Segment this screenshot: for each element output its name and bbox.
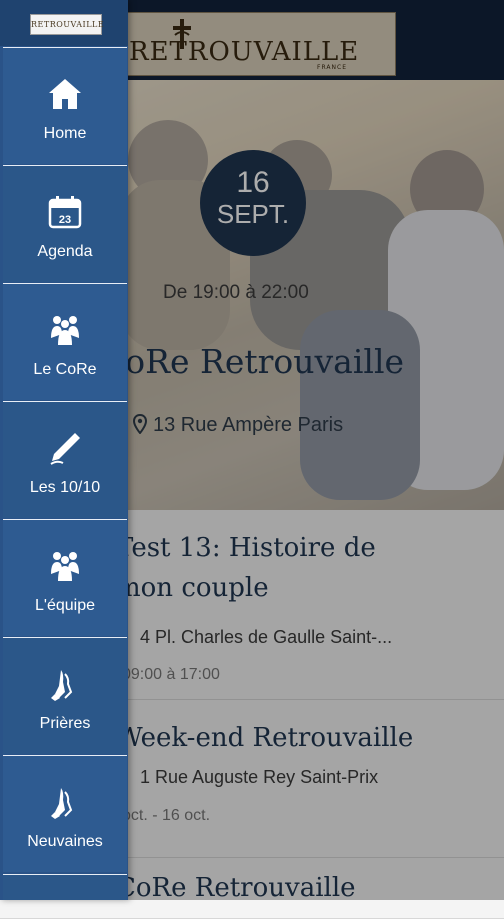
nav-item-home[interactable]: Home <box>3 47 127 164</box>
nav-item-partial[interactable] <box>3 874 127 900</box>
nav-item-prieres[interactable]: Prières <box>3 637 127 754</box>
nav-label-les-10-10: Les 10/10 <box>29 479 101 496</box>
navigation-drawer: RETROUVAILLE Home 23 Agenda Le CoRe Les … <box>0 0 128 900</box>
nav-item-les-10-10[interactable]: Les 10/10 <box>3 401 127 518</box>
team-icon <box>47 548 83 584</box>
nav-item-agenda[interactable]: 23 Agenda <box>3 165 127 282</box>
group-icon <box>47 312 83 348</box>
pen-icon <box>47 430 83 466</box>
nav-label-agenda: Agenda <box>37 243 93 260</box>
praying-hands-icon <box>47 784 83 820</box>
drawer-header: RETROUVAILLE <box>0 0 128 46</box>
nav-label-equipe: L'équipe <box>35 597 95 614</box>
nav-item-le-core[interactable]: Le CoRe <box>3 283 127 400</box>
drawer-logo: RETROUVAILLE <box>30 14 104 35</box>
nav-label-home: Home <box>43 125 87 142</box>
calendar-icon: 23 <box>47 194 83 230</box>
calendar-icon-day: 23 <box>59 214 71 226</box>
nav-item-equipe[interactable]: L'équipe <box>3 519 127 636</box>
home-icon <box>47 76 83 112</box>
nav-label-neuvaines: Neuvaines <box>27 833 103 850</box>
nav-label-le-core: Le CoRe <box>33 361 97 378</box>
nav-item-neuvaines[interactable]: Neuvaines <box>3 755 127 872</box>
praying-hands-icon <box>47 666 83 702</box>
nav-label-prieres: Prières <box>39 715 91 732</box>
